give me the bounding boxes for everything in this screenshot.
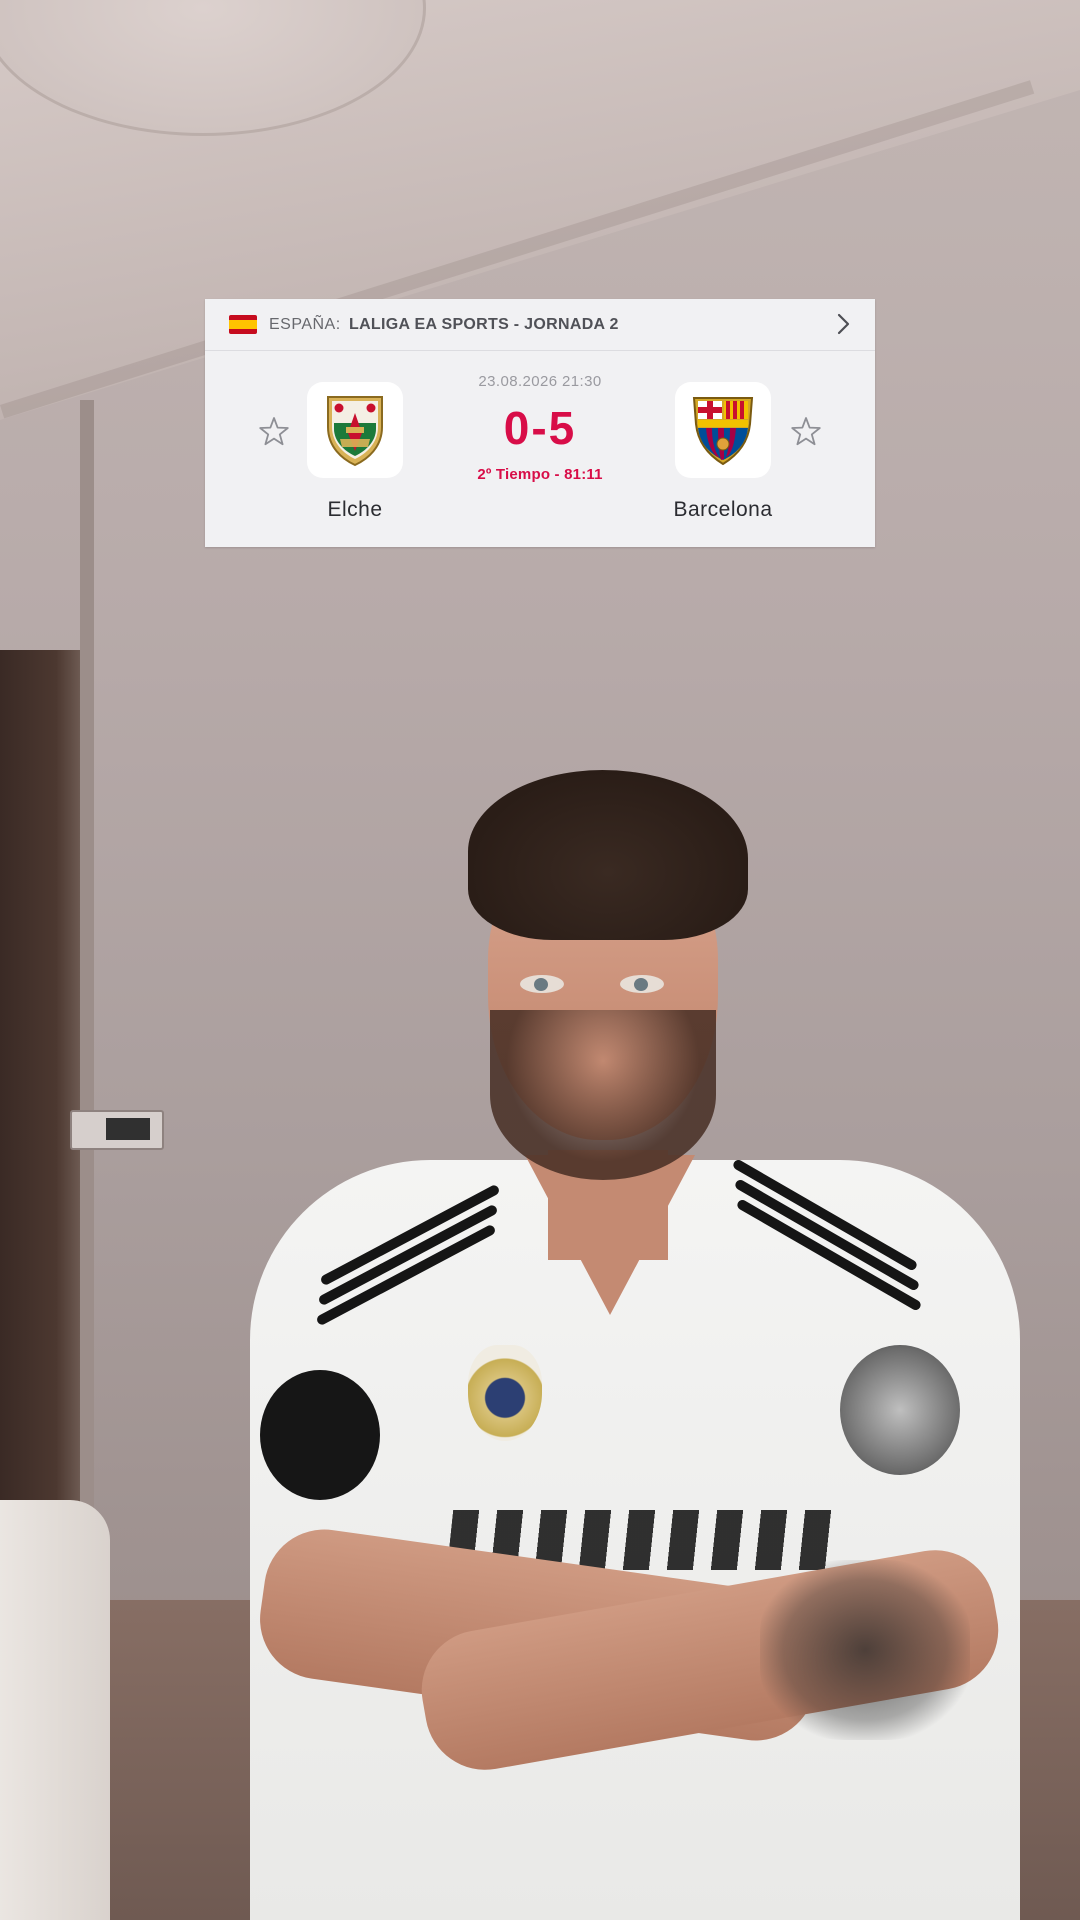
- fc-barcelona-crest-icon[interactable]: [675, 382, 771, 478]
- match-score: 0-5: [503, 402, 577, 454]
- bed-sheet: [0, 1500, 110, 1920]
- eye: [520, 975, 564, 993]
- match-score-card[interactable]: ESPAÑA: LALIGA EA SPORTS - JORNADA 2 23.…: [205, 299, 875, 547]
- chevron-right-icon[interactable]: [829, 310, 857, 338]
- away-team-name[interactable]: Barcelona: [623, 497, 823, 523]
- spain-flag-icon: [229, 315, 257, 334]
- background-video-frame: [0, 0, 1080, 1920]
- champions-badge: [840, 1345, 960, 1475]
- favorite-home-star-icon[interactable]: [257, 415, 291, 449]
- person: [200, 770, 1020, 1920]
- eye: [620, 975, 664, 993]
- home-team-name[interactable]: Elche: [255, 497, 455, 523]
- country-label: ESPAÑA:: [269, 316, 341, 333]
- elche-crest-icon[interactable]: [307, 382, 403, 478]
- beard: [490, 1010, 716, 1180]
- match-datetime: 23.08.2026 21:30: [478, 373, 602, 390]
- light-switch: [70, 1110, 164, 1150]
- arm-tattoo: [760, 1560, 970, 1740]
- sleeve-sponsor-logo: [260, 1370, 380, 1500]
- match-status: 2º Tiempo - 81:11: [477, 466, 603, 483]
- club-crest: [468, 1345, 542, 1441]
- hair: [468, 770, 748, 940]
- favorite-away-star-icon[interactable]: [789, 415, 823, 449]
- competition-header[interactable]: ESPAÑA: LALIGA EA SPORTS - JORNADA 2: [205, 299, 875, 351]
- league-round-label: LALIGA EA SPORTS - JORNADA 2: [349, 316, 619, 333]
